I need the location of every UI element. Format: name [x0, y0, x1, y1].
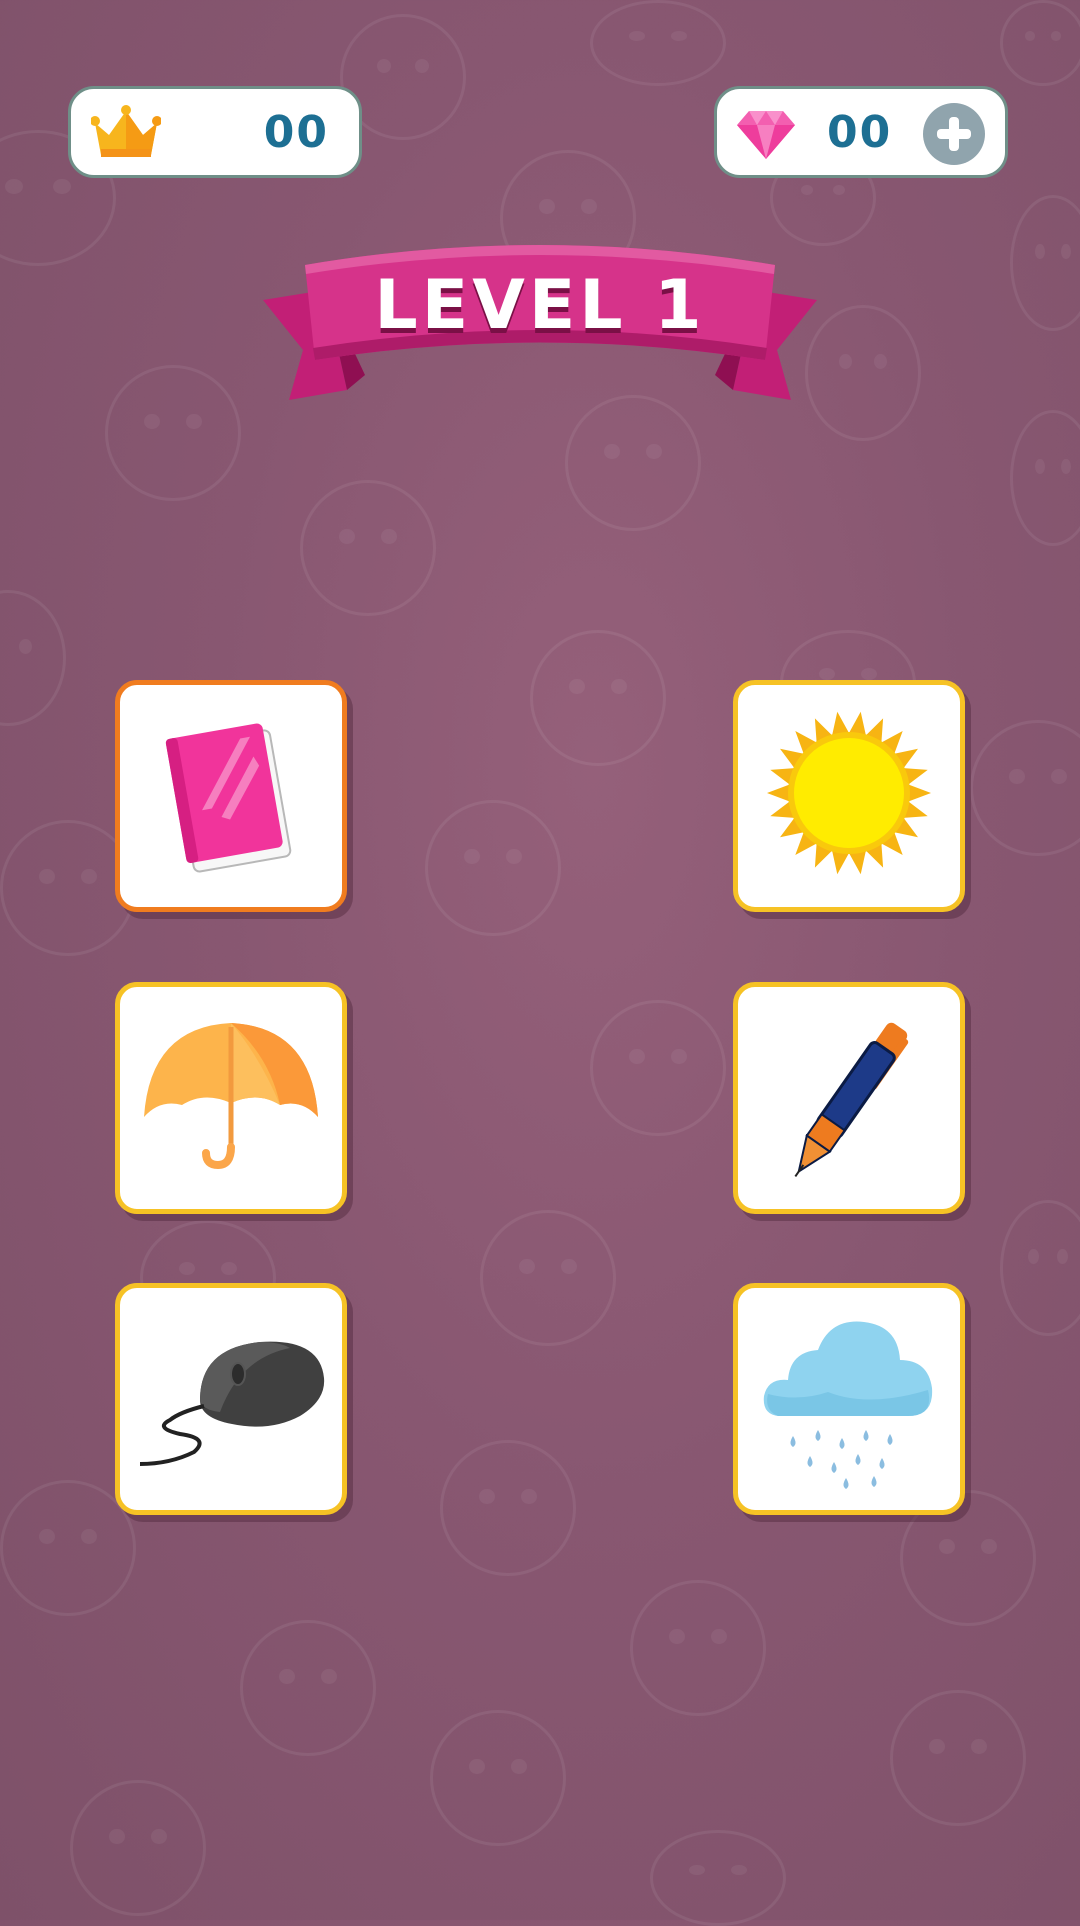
card-book[interactable] [115, 680, 347, 912]
rain-cloud-icon [763, 1321, 933, 1489]
sun-icon [767, 711, 931, 875]
crown-count: 00 [263, 107, 329, 158]
gem-counter: 00 [714, 86, 1008, 178]
computer-mouse-icon [139, 1341, 325, 1466]
level-banner: LEVEL 1 [255, 230, 825, 410]
gem-icon [735, 107, 797, 161]
card-pen[interactable] [733, 982, 965, 1214]
pen-icon [794, 1022, 909, 1177]
book-icon [165, 723, 292, 873]
gem-count: 00 [827, 107, 893, 158]
crown-counter: 00 [68, 86, 362, 178]
umbrella-icon [144, 1023, 318, 1170]
level-title: LEVEL 1 [374, 266, 706, 345]
card-rain-cloud[interactable] [733, 1283, 965, 1515]
add-gems-button[interactable] [923, 103, 985, 165]
crown-icon [90, 105, 162, 161]
card-mouse[interactable] [115, 1283, 347, 1515]
card-sun[interactable] [733, 680, 965, 912]
card-umbrella[interactable] [115, 982, 347, 1214]
